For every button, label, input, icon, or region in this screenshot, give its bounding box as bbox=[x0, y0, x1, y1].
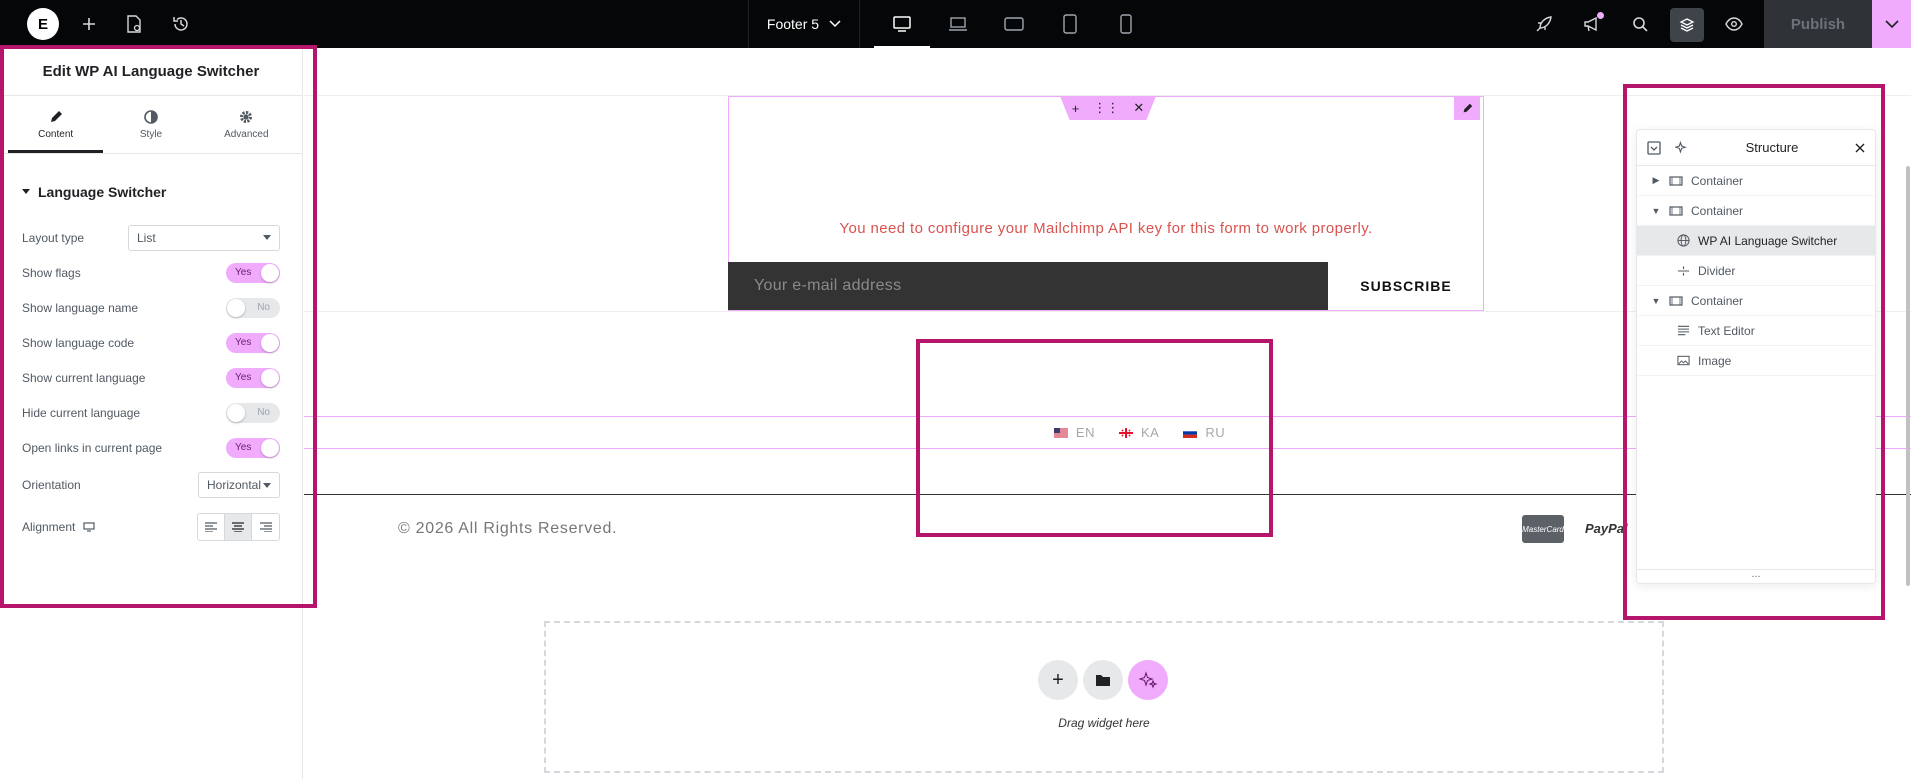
whats-new-button[interactable] bbox=[1568, 0, 1616, 48]
search-button[interactable] bbox=[1616, 0, 1664, 48]
desktop-icon bbox=[893, 16, 911, 32]
top-bar: E Footer 5 Publish bbox=[0, 0, 1911, 48]
chevron-down-icon bbox=[1884, 19, 1899, 28]
email-input[interactable]: Your e-mail address bbox=[728, 262, 1328, 310]
chevron-down-icon bbox=[829, 20, 841, 28]
edit-widget-button[interactable] bbox=[1454, 96, 1480, 120]
device-laptop-button[interactable] bbox=[930, 0, 986, 48]
rocket-icon bbox=[1536, 16, 1552, 32]
canvas-scrollbar[interactable] bbox=[1906, 166, 1910, 586]
history-button[interactable] bbox=[157, 0, 205, 48]
highlight-box-editor-panel bbox=[0, 45, 317, 608]
mailchimp-warning: You need to configure your Mailchimp API… bbox=[839, 220, 1373, 237]
drag-widget-hint: Drag widget here bbox=[1058, 716, 1150, 730]
document-title-dropdown[interactable]: Footer 5 bbox=[748, 0, 860, 48]
highlight-box-structure-panel bbox=[1623, 84, 1885, 620]
publish-options-button[interactable] bbox=[1872, 0, 1911, 48]
plus-icon: + bbox=[1052, 668, 1064, 691]
drag-handle-icon[interactable]: ⋮⋮ bbox=[1093, 100, 1119, 116]
device-desktop-button[interactable] bbox=[874, 0, 930, 48]
tablet-landscape-icon bbox=[1004, 17, 1024, 31]
subscribe-button[interactable]: SUBSCRIBE bbox=[1328, 262, 1484, 310]
sparkle-icon bbox=[1139, 671, 1157, 689]
layers-icon bbox=[1679, 18, 1695, 32]
paypal-logo: PayPal bbox=[1585, 521, 1628, 536]
elementor-logo-icon: E bbox=[27, 8, 59, 40]
structure-button[interactable] bbox=[1670, 8, 1704, 42]
publish-button[interactable]: Publish bbox=[1764, 0, 1872, 48]
tablet-portrait-icon bbox=[1063, 14, 1077, 34]
add-element-button[interactable] bbox=[65, 0, 113, 48]
plus-icon bbox=[83, 18, 95, 30]
close-icon[interactable]: ✕ bbox=[1133, 100, 1144, 116]
notification-dot bbox=[1597, 12, 1604, 19]
search-icon bbox=[1633, 17, 1648, 32]
mobile-icon bbox=[1120, 14, 1132, 34]
mastercard-logo: MasterCard bbox=[1522, 515, 1564, 543]
device-tablet-landscape-button[interactable] bbox=[986, 0, 1042, 48]
document-title: Footer 5 bbox=[766, 16, 820, 32]
page-settings-icon bbox=[127, 15, 141, 33]
preview-button[interactable] bbox=[1710, 0, 1758, 48]
add-section-button[interactable]: + bbox=[1038, 660, 1078, 700]
elementor-menu-button[interactable]: E bbox=[19, 0, 67, 48]
page-settings-button[interactable] bbox=[110, 0, 158, 48]
device-mobile-button[interactable] bbox=[1098, 0, 1154, 48]
site-settings-button[interactable] bbox=[1520, 0, 1568, 48]
ai-generate-button[interactable] bbox=[1128, 660, 1168, 700]
pencil-icon bbox=[1463, 103, 1472, 112]
eye-icon bbox=[1725, 17, 1743, 31]
folder-icon bbox=[1096, 675, 1110, 686]
add-template-button[interactable] bbox=[1083, 660, 1123, 700]
highlight-box-language-switcher bbox=[916, 339, 1273, 537]
device-tablet-portrait-button[interactable] bbox=[1042, 0, 1098, 48]
laptop-icon bbox=[949, 17, 967, 31]
plus-icon[interactable]: + bbox=[1072, 101, 1080, 116]
copyright-text: © 2026 All Rights Reserved. bbox=[398, 520, 618, 537]
history-icon bbox=[173, 17, 188, 31]
container-handle[interactable]: + ⋮⋮ ✕ bbox=[1060, 96, 1156, 120]
